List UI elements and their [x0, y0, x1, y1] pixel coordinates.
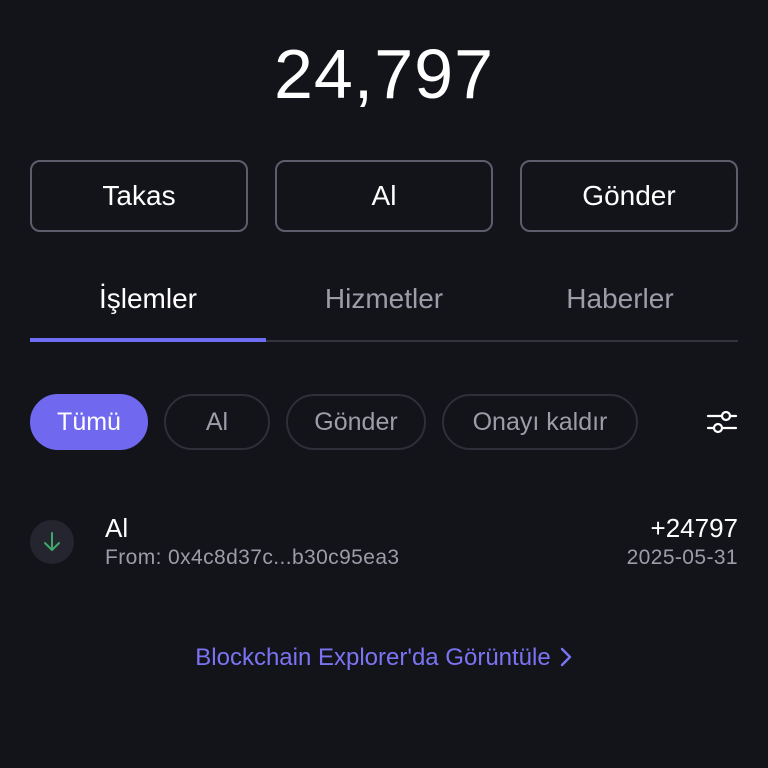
balance-amount: 24,797	[273, 35, 495, 113]
send-button[interactable]: Gönder	[520, 160, 738, 232]
swap-button[interactable]: Takas	[30, 160, 248, 232]
transaction-type: Al	[105, 513, 129, 543]
transaction-row[interactable]: Al From: 0x4c8d37c...b30c95ea3 +24797 20…	[30, 508, 738, 574]
tab-transactions[interactable]: İşlemler	[30, 262, 266, 342]
filter-chip-receive[interactable]: Al	[164, 394, 270, 450]
receive-button[interactable]: Al	[275, 160, 493, 232]
filter-chip-send[interactable]: Gönder	[286, 394, 426, 450]
explorer-link-label: Blockchain Explorer'da Görüntüle	[195, 644, 551, 671]
tab-bar: İşlemler Hizmetler Haberler	[30, 262, 738, 342]
transaction-date: 2025-05-31	[626, 546, 738, 569]
tab-news[interactable]: Haberler	[502, 262, 738, 336]
filter-chips: Tümü Al Gönder Onayı kaldır	[30, 394, 738, 450]
arrow-down-icon	[30, 520, 74, 564]
action-buttons: Takas Al Gönder	[30, 160, 738, 232]
transaction-from-address: From: 0x4c8d37c...b30c95ea3	[105, 546, 400, 569]
filter-chip-all[interactable]: Tümü	[30, 394, 148, 450]
chevron-right-icon	[559, 646, 573, 675]
wallet-screen: 24,797 Takas Al Gönder İşlemler Hizmetle…	[0, 0, 768, 768]
sliders-icon[interactable]	[706, 406, 738, 438]
transaction-amount: +24797	[650, 513, 738, 543]
filter-chip-revoke-approval[interactable]: Onayı kaldır	[442, 394, 638, 450]
tab-services[interactable]: Hizmetler	[266, 262, 502, 336]
blockchain-explorer-link[interactable]: Blockchain Explorer'da Görüntüle	[0, 644, 768, 675]
